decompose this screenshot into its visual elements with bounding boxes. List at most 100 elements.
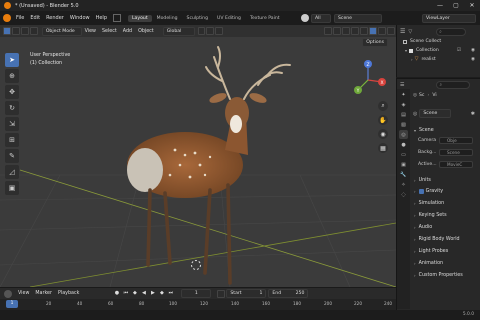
- vp-menu-add[interactable]: Add: [120, 29, 135, 34]
- gizmo-toggle-icon[interactable]: [333, 27, 342, 35]
- visibility-icon[interactable]: [324, 27, 333, 35]
- cursor-tool-icon[interactable]: ⊕: [5, 69, 19, 83]
- annotate-tool-icon[interactable]: ✎: [5, 149, 19, 163]
- eye-icon[interactable]: ◉: [471, 57, 475, 62]
- play-reverse-icon[interactable]: ◀: [140, 290, 147, 297]
- view-layer-tab-icon[interactable]: ▧: [399, 120, 408, 129]
- world-tab-icon[interactable]: ●: [399, 140, 408, 149]
- jump-start-icon[interactable]: ⏮: [122, 290, 129, 297]
- gravity-checkbox[interactable]: [418, 188, 424, 194]
- properties-search[interactable]: ⌕: [436, 81, 471, 89]
- modifier-tab-icon[interactable]: 🔧: [399, 170, 408, 179]
- close-button[interactable]: ✕: [464, 0, 480, 11]
- tab-uv-editing[interactable]: UV Editing: [213, 15, 245, 22]
- timeline-menu-marker[interactable]: Marker: [32, 291, 55, 296]
- playhead-marker[interactable]: 1: [6, 300, 18, 308]
- measure-tool-icon[interactable]: ◿: [5, 165, 19, 179]
- 3d-viewport[interactable]: Object Mode View Select Add Object Globa…: [0, 25, 396, 287]
- section-light-probes[interactable]: › Light Probes: [414, 246, 476, 256]
- physics-tab-icon[interactable]: ◌: [399, 190, 408, 199]
- timeline-menu-view[interactable]: View: [15, 291, 32, 296]
- camera-view-icon[interactable]: ◉: [378, 129, 388, 139]
- outliner-object-row[interactable]: › ▽ realist ◉: [411, 56, 479, 62]
- tab-sculpting[interactable]: Sculpting: [183, 15, 212, 22]
- preview-range-icon[interactable]: [217, 289, 226, 298]
- background-scene-field[interactable]: Scene: [439, 149, 473, 156]
- menu-help[interactable]: Help: [93, 15, 110, 21]
- timeline-ruler[interactable]: 1 20 40 60 80 100 120 140 160 180 200 22…: [0, 299, 396, 310]
- transform-orientation-dropdown[interactable]: Global: [162, 26, 195, 36]
- tab-texture-paint[interactable]: Texture Paint: [246, 15, 284, 22]
- properties-editor-icon[interactable]: ☰: [400, 82, 404, 88]
- section-audio[interactable]: › Audio: [414, 222, 476, 232]
- shading-material-icon[interactable]: [378, 27, 387, 35]
- mode-dropdown[interactable]: Object Mode: [41, 26, 82, 36]
- section-units[interactable]: › Units: [414, 175, 476, 185]
- outliner-editor-icon[interactable]: ☰: [400, 28, 405, 35]
- render-engine-dropdown[interactable]: All: [311, 13, 331, 23]
- checkbox-icon[interactable]: ☑: [457, 48, 461, 53]
- object-tab-icon[interactable]: ▣: [399, 160, 408, 169]
- add-cube-tool-icon[interactable]: ▣: [5, 181, 19, 195]
- scene-datablock-field[interactable]: Scene: [419, 109, 452, 118]
- shading-rendered-icon[interactable]: [387, 27, 395, 35]
- timeline-menu-playback[interactable]: Playback: [55, 291, 82, 296]
- navigation-gizmo[interactable]: Z X Y: [350, 58, 386, 98]
- pin-icon[interactable]: ✱: [471, 111, 475, 117]
- jump-end-icon[interactable]: ⏭: [167, 290, 174, 297]
- scene-tab-icon[interactable]: ◎: [399, 130, 408, 139]
- outliner-collection-row[interactable]: ▾ Collection ☑ ◉: [405, 48, 479, 53]
- tab-modeling[interactable]: Modeling: [153, 15, 182, 22]
- zoom-icon[interactable]: ⌕: [378, 101, 388, 111]
- select-box-icon[interactable]: [3, 27, 11, 35]
- section-keying-sets[interactable]: › Keying Sets: [414, 210, 476, 220]
- section-rigid-body-world[interactable]: › Rigid Body World: [414, 234, 476, 244]
- collection-tab-icon[interactable]: ▭: [399, 150, 408, 159]
- section-scene[interactable]: ▾ Scene: [414, 125, 476, 135]
- select-subtract-icon[interactable]: [20, 27, 29, 35]
- move-tool-icon[interactable]: ✥: [5, 85, 19, 99]
- expand-arrow-icon[interactable]: ▾: [405, 48, 407, 53]
- play-icon[interactable]: ▶: [149, 290, 156, 297]
- shading-solid-icon[interactable]: [369, 27, 378, 35]
- options-button[interactable]: Options: [362, 38, 388, 47]
- grid-icon[interactable]: [113, 14, 121, 22]
- filter-icon[interactable]: ▽: [408, 29, 412, 35]
- render-tab-icon[interactable]: ◈: [399, 100, 408, 109]
- end-frame-field[interactable]: End 250: [268, 289, 309, 298]
- outliner-search[interactable]: ⌕: [436, 27, 467, 36]
- proportional-edit-icon[interactable]: [215, 27, 224, 35]
- rotate-tool-icon[interactable]: ↻: [5, 101, 19, 115]
- menu-render[interactable]: Render: [43, 15, 67, 21]
- output-tab-icon[interactable]: ▤: [399, 110, 408, 119]
- camera-field[interactable]: Obje: [439, 137, 473, 144]
- menu-edit[interactable]: Edit: [27, 15, 43, 21]
- start-frame-field[interactable]: Start 1: [226, 289, 267, 298]
- pan-hand-icon[interactable]: ✋: [378, 115, 388, 125]
- transform-tool-icon[interactable]: ⊞: [5, 133, 19, 147]
- vp-menu-object[interactable]: Object: [135, 29, 157, 34]
- select-tool-icon[interactable]: ➤: [5, 53, 19, 67]
- section-animation[interactable]: › Animation: [414, 258, 476, 268]
- particles-tab-icon[interactable]: ✧: [399, 180, 408, 189]
- section-custom-properties[interactable]: › Custom Properties: [414, 270, 476, 280]
- scene-pin-icon[interactable]: [301, 14, 309, 22]
- scale-tool-icon[interactable]: ⇲: [5, 117, 19, 131]
- eye-icon[interactable]: ◉: [471, 48, 475, 53]
- perspective-toggle-icon[interactable]: ▦: [378, 143, 388, 153]
- expand-arrow-icon[interactable]: ›: [411, 57, 413, 62]
- keyframe-prev-icon[interactable]: ◆: [131, 290, 138, 297]
- select-extend-icon[interactable]: [11, 27, 20, 35]
- maximize-button[interactable]: ▢: [448, 0, 464, 11]
- current-frame-field[interactable]: 1: [181, 289, 212, 298]
- overlay-toggle-icon[interactable]: [342, 27, 351, 35]
- menu-window[interactable]: Window: [67, 15, 93, 21]
- shading-wireframe-icon[interactable]: [360, 27, 369, 35]
- vp-menu-select[interactable]: Select: [99, 29, 120, 34]
- select-invert-icon[interactable]: [29, 27, 38, 35]
- tool-tab-icon[interactable]: ✦: [399, 90, 408, 99]
- section-simulation[interactable]: › Simulation: [414, 198, 476, 208]
- view-layer-selector[interactable]: ViewLayer: [422, 13, 476, 23]
- xray-icon[interactable]: [351, 27, 360, 35]
- tab-layout[interactable]: Layout: [128, 14, 152, 22]
